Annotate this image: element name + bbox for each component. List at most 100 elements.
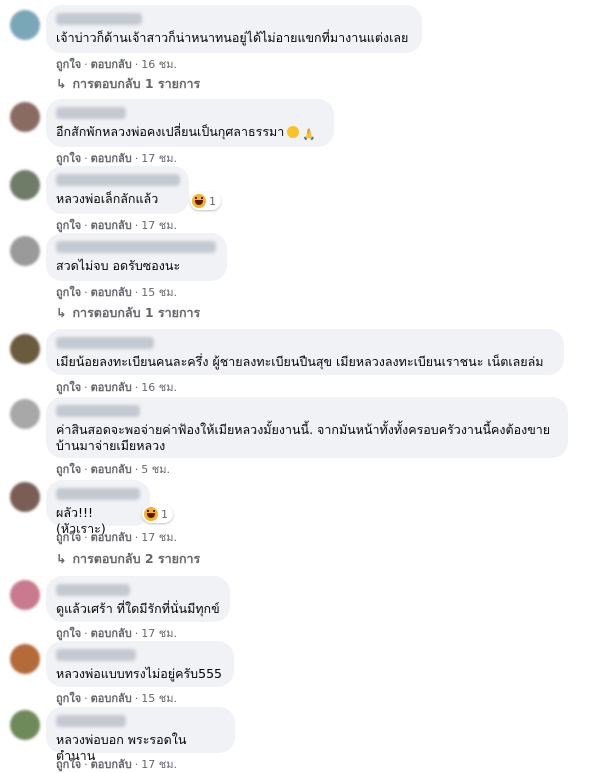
reply-link[interactable]: ตอบกลับ (91, 58, 132, 71)
reply-link[interactable]: ตอบกลับ (91, 152, 132, 165)
comment-actions: ถูกใจ · ตอบกลับ · 15 ชม. (56, 283, 177, 301)
like-link[interactable]: ถูกใจ (56, 381, 81, 394)
separator: · (84, 58, 88, 71)
comment-text: ค่าสินสอดจะพอจ่ายค่าฟ้องให้เมียหลวงมั้ยง… (56, 422, 551, 453)
like-link[interactable]: ถูกใจ (56, 286, 81, 299)
comment-bubble: ผลัว!!! (หัวเราะ) (46, 480, 150, 536)
replies-label: การตอบกลับ 1 รายการ (72, 76, 201, 91)
author-name-blurred[interactable] (56, 174, 180, 186)
avatar[interactable] (10, 399, 40, 429)
like-link[interactable]: ถูกใจ (56, 692, 81, 705)
avatar[interactable] (10, 10, 40, 40)
like-link[interactable]: ถูกใจ (56, 58, 81, 71)
author-name-blurred[interactable] (56, 337, 154, 349)
reply-link[interactable]: ตอบกลับ (91, 286, 132, 299)
separator: · (84, 627, 88, 640)
reply-arrow-icon: ↳ (56, 305, 67, 320)
comment-bubble: หลวงพ่อบอก พระรอดในตำนาน (46, 707, 235, 763)
author-name-blurred[interactable] (56, 584, 130, 596)
timestamp[interactable]: 17 ชม. (141, 531, 177, 544)
comment-bubble: ค่าสินสอดจะพอจ่ายค่าฟ้องให้เมียหลวงมั้ยง… (46, 397, 568, 458)
comment-actions: ถูกใจ · ตอบกลับ · 17 ชม. (56, 216, 177, 234)
avatar[interactable] (10, 170, 40, 200)
haha-reaction-icon (144, 507, 158, 521)
separator: · (134, 531, 139, 544)
avatar[interactable] (10, 334, 40, 364)
timestamp[interactable]: 15 ชม. (141, 692, 177, 705)
separator: · (134, 219, 139, 232)
separator: · (134, 152, 139, 165)
timestamp[interactable]: 5 ชม. (141, 463, 170, 476)
reply-link[interactable]: ตอบกลับ (91, 531, 132, 544)
avatar[interactable] (10, 580, 40, 610)
comment-bubble: เจ้าบ่าวก็ด้านเจ้าสาวก็น่าหนาทนอยู่ได้ไม… (46, 5, 422, 53)
comment-bubble: หลวงพ่อแบบทรงไม่อยู่ครับ555 (46, 641, 234, 687)
view-replies-link[interactable]: ↳ การตอบกลับ 1 รายการ (56, 303, 200, 323)
comment-actions: ถูกใจ · ตอบกลับ · 17 ชม. (56, 149, 177, 167)
timestamp[interactable]: 17 ชม. (141, 627, 177, 640)
view-replies-link[interactable]: ↳ การตอบกลับ 2 รายการ (56, 549, 200, 569)
comment-actions: ถูกใจ · ตอบกลับ · 17 ชม. (56, 755, 177, 773)
separator: · (134, 692, 139, 705)
author-name-blurred[interactable] (56, 13, 142, 25)
comment-bubble: หลวงพ่อเล็กลักแล้ว (46, 166, 189, 214)
folded-hands-emoji: 🙏 (302, 128, 317, 141)
comment-text: เมียน้อยลงทะเบียนคนละครึ่ง ผู้ชายลงทะเบี… (56, 354, 544, 369)
comment-text: อีกสักพักหลวงพ่อคงเปลี่ยนเป็นกุศลาธรรมา 🙏 (56, 124, 324, 141)
reply-arrow-icon: ↳ (56, 551, 67, 566)
separator: · (84, 152, 88, 165)
separator: · (134, 58, 139, 71)
comment-text: สวดไม่จบ อดรับซองนะ (56, 258, 181, 273)
avatar[interactable] (10, 102, 40, 132)
comment-text-content: อีกสักพักหลวงพ่อคงเปลี่ยนเป็นกุศลาธรรมา (56, 124, 285, 139)
like-link[interactable]: ถูกใจ (56, 531, 81, 544)
avatar[interactable] (10, 482, 40, 512)
like-link[interactable]: ถูกใจ (56, 152, 81, 165)
reply-link[interactable]: ตอบกลับ (91, 627, 132, 640)
timestamp[interactable]: 17 ชม. (141, 152, 177, 165)
author-name-blurred[interactable] (56, 241, 216, 253)
reply-link[interactable]: ตอบกลับ (91, 381, 132, 394)
comment-actions: ถูกใจ · ตอบกลับ · 15 ชม. (56, 689, 177, 707)
timestamp[interactable]: 16 ชม. (141, 381, 177, 394)
view-replies-link[interactable]: ↳ การตอบกลับ 1 รายการ (56, 74, 200, 94)
grinning-face-emoji (287, 126, 300, 138)
author-name-blurred[interactable] (56, 649, 136, 661)
comment-actions: ถูกใจ · ตอบกลับ · 5 ชม. (56, 460, 170, 478)
reply-link[interactable]: ตอบกลับ (91, 219, 132, 232)
reply-link[interactable]: ตอบกลับ (91, 463, 132, 476)
comment-actions: ถูกใจ · ตอบกลับ · 17 ชม. (56, 528, 177, 546)
reply-link[interactable]: ตอบกลับ (91, 692, 132, 705)
like-link[interactable]: ถูกใจ (56, 463, 81, 476)
comment-actions: ถูกใจ · ตอบกลับ · 16 ชม. (56, 55, 177, 73)
avatar[interactable] (10, 710, 40, 740)
avatar[interactable] (10, 236, 40, 266)
reaction-badge[interactable]: 1 (190, 192, 221, 210)
replies-label: การตอบกลับ 1 รายการ (72, 305, 201, 320)
author-name-blurred[interactable] (56, 405, 140, 417)
avatar[interactable] (10, 644, 40, 674)
author-name-blurred[interactable] (56, 107, 126, 119)
comment-bubble: ดูแล้วเศร้า ที่ใดมีรักที่นั่นมีทุกข์ (46, 576, 230, 622)
separator: · (134, 286, 139, 299)
separator: · (84, 381, 88, 394)
comment-text: หลวงพ่อเล็กลักแล้ว (56, 191, 159, 206)
author-name-blurred[interactable] (56, 715, 126, 727)
separator: · (134, 627, 139, 640)
timestamp[interactable]: 15 ชม. (141, 286, 177, 299)
like-link[interactable]: ถูกใจ (56, 219, 81, 232)
reaction-badge[interactable]: 1 (142, 505, 173, 523)
separator: · (84, 463, 88, 476)
separator: · (84, 219, 88, 232)
separator: · (134, 463, 139, 476)
like-link[interactable]: ถูกใจ (56, 627, 81, 640)
replies-label: การตอบกลับ 2 รายการ (72, 551, 201, 566)
comment-actions: ถูกใจ · ตอบกลับ · 17 ชม. (56, 624, 177, 642)
haha-reaction-icon (192, 194, 206, 208)
separator: · (134, 381, 139, 394)
comment-text: ดูแล้วเศร้า ที่ใดมีรักที่นั่นมีทุกข์ (56, 601, 220, 616)
timestamp[interactable]: 16 ชม. (141, 58, 177, 71)
comment-bubble: เมียน้อยลงทะเบียนคนละครึ่ง ผู้ชายลงทะเบี… (46, 329, 564, 375)
author-name-blurred[interactable] (56, 488, 140, 500)
timestamp[interactable]: 17 ชม. (141, 219, 177, 232)
